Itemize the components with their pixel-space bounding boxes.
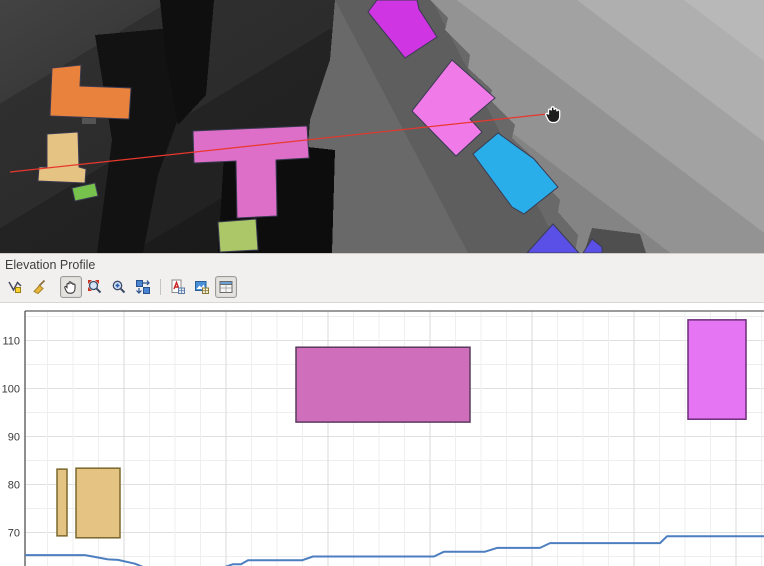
y-tick-label: 100 (2, 384, 20, 396)
terrain-line (25, 536, 764, 566)
map-canvas[interactable] (0, 0, 764, 253)
building-box (57, 469, 67, 536)
export-pdf-icon (170, 279, 186, 295)
export-image-button[interactable] (191, 276, 213, 298)
y-tick-label: 90 (8, 432, 20, 444)
y-tick-label: 110 (2, 336, 20, 348)
profile-toolbar (0, 274, 764, 302)
elevation-chart[interactable]: 110 100 90 80 70 (0, 303, 764, 566)
pan-hand-icon (63, 279, 79, 295)
clear-button[interactable] (28, 276, 50, 298)
capture-curve-icon (7, 279, 23, 295)
options-button[interactable] (215, 276, 237, 298)
building-yellow-green (218, 219, 258, 252)
extent-icon (135, 279, 151, 295)
broom-icon (31, 279, 47, 295)
y-tick-label: 80 (8, 480, 20, 492)
options-icon (218, 279, 234, 295)
zoom-in-icon (111, 279, 127, 295)
zoom-full-button[interactable] (84, 276, 106, 298)
zoom-full-icon (87, 279, 103, 295)
zoom-in-button[interactable] (108, 276, 130, 298)
building-box (296, 347, 470, 422)
building-box (688, 320, 746, 419)
chart-area: 110 100 90 80 70 (0, 302, 764, 566)
zoom-extent-button[interactable] (132, 276, 154, 298)
export-pdf-button[interactable] (167, 276, 189, 298)
panel-title: Elevation Profile (0, 254, 764, 274)
application-window: Elevation Profile (0, 0, 764, 566)
toolbar-separator (160, 279, 161, 295)
y-tick-label: 70 (8, 528, 20, 540)
capture-curve-button[interactable] (4, 276, 26, 298)
pan-button[interactable] (60, 276, 82, 298)
export-image-icon (194, 279, 210, 295)
building-box (76, 468, 120, 538)
